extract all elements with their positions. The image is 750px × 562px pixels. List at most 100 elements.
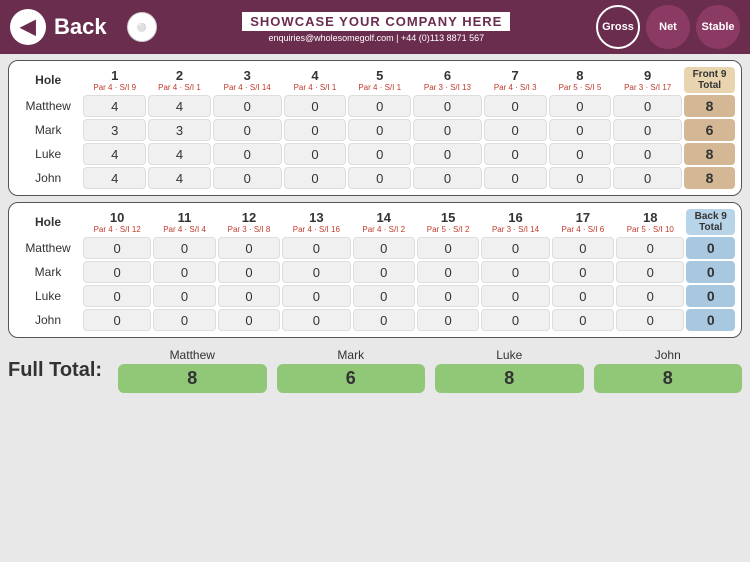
back9-scorecard: Hole 10 Par 4 · S/I 12 11 Par 4 · S/I 4 … [8, 202, 742, 338]
score-cell[interactable]: 4 [148, 167, 211, 189]
score-cell[interactable]: 0 [616, 285, 684, 307]
hole11-header: 11 Par 4 · S/I 4 [153, 209, 215, 235]
score-cell[interactable]: 4 [83, 143, 146, 165]
net-button[interactable]: Net [646, 5, 690, 49]
score-cell[interactable]: 0 [213, 119, 282, 141]
score-cell[interactable]: 0 [552, 285, 614, 307]
hole-column-header-back: Hole [15, 209, 81, 235]
score-cell[interactable]: 0 [484, 119, 547, 141]
hole7-header: 7 Par 4 · S/I 3 [484, 67, 547, 93]
score-cell[interactable]: 0 [613, 143, 682, 165]
score-cell[interactable]: 0 [413, 119, 482, 141]
score-cell[interactable]: 0 [417, 237, 479, 259]
score-cell[interactable]: 0 [549, 143, 612, 165]
back-arrow-icon: ◀ [10, 9, 46, 45]
front9-player-row: Luke4400000008 [15, 143, 735, 165]
score-cell[interactable]: 0 [348, 167, 411, 189]
back9-player-row: Matthew0000000000 [15, 237, 735, 259]
score-cell[interactable]: 0 [481, 309, 549, 331]
score-cell[interactable]: 0 [616, 261, 684, 283]
player-total-name: Mark [337, 348, 364, 362]
score-cell[interactable]: 0 [282, 285, 350, 307]
score-cell[interactable]: 0 [413, 95, 482, 117]
back9-body: Matthew0000000000Mark0000000000Luke00000… [15, 237, 735, 331]
score-cell[interactable]: 0 [417, 261, 479, 283]
score-cell[interactable]: 0 [616, 237, 684, 259]
player-name: Mark [15, 261, 81, 283]
hole6-header: 6 Par 3 · S/I 13 [413, 67, 482, 93]
score-cell[interactable]: 0 [481, 237, 549, 259]
score-cell[interactable]: 0 [552, 237, 614, 259]
score-cell[interactable]: 0 [284, 95, 347, 117]
score-cell[interactable]: 0 [484, 143, 547, 165]
score-cell[interactable]: 0 [552, 309, 614, 331]
score-cell[interactable]: 0 [83, 285, 151, 307]
score-cell[interactable]: 0 [613, 167, 682, 189]
score-cell[interactable]: 0 [213, 95, 282, 117]
score-cell[interactable]: 0 [353, 285, 415, 307]
score-cell[interactable]: 0 [552, 261, 614, 283]
stable-button[interactable]: Stable [696, 5, 740, 49]
score-cell[interactable]: 0 [83, 237, 151, 259]
back-button[interactable]: ◀ Back [10, 9, 107, 45]
score-type-buttons: Gross Net Stable [596, 5, 740, 49]
hole-column-header: Hole [15, 67, 81, 93]
score-cell[interactable]: 0 [484, 167, 547, 189]
score-cell[interactable]: 0 [348, 95, 411, 117]
score-cell[interactable]: 4 [148, 95, 211, 117]
score-cell[interactable]: 0 [83, 309, 151, 331]
score-cell[interactable]: 0 [353, 237, 415, 259]
score-cell[interactable]: 0 [413, 167, 482, 189]
score-cell[interactable]: 4 [83, 95, 146, 117]
score-cell[interactable]: 0 [153, 237, 215, 259]
score-cell[interactable]: 0 [83, 261, 151, 283]
score-cell[interactable]: 0 [282, 309, 350, 331]
score-cell[interactable]: 0 [413, 143, 482, 165]
score-cell[interactable]: 0 [218, 261, 280, 283]
score-cell[interactable]: 0 [284, 119, 347, 141]
score-cell[interactable]: 0 [353, 309, 415, 331]
score-cell[interactable]: 0 [218, 237, 280, 259]
back9-player-row: Luke0000000000 [15, 285, 735, 307]
score-cell[interactable]: 0 [481, 285, 549, 307]
score-cell[interactable]: 0 [616, 309, 684, 331]
back9-total-cell: 0 [686, 261, 735, 283]
score-cell[interactable]: 0 [153, 285, 215, 307]
score-cell[interactable]: 3 [148, 119, 211, 141]
score-cell[interactable]: 0 [549, 119, 612, 141]
score-cell[interactable]: 0 [613, 95, 682, 117]
score-cell[interactable]: 0 [549, 167, 612, 189]
score-cell[interactable]: 0 [153, 261, 215, 283]
score-cell[interactable]: 0 [153, 309, 215, 331]
full-total-players: Matthew8Mark6Luke8John8 [118, 348, 742, 393]
player-name: John [15, 309, 81, 331]
score-cell[interactable]: 3 [83, 119, 146, 141]
score-cell[interactable]: 0 [218, 309, 280, 331]
score-cell[interactable]: 0 [284, 167, 347, 189]
player-total-group: Mark6 [277, 348, 426, 393]
hole15-header: 15 Par 5 · S/I 2 [417, 209, 479, 235]
score-cell[interactable]: 0 [213, 143, 282, 165]
company-sub: enquiries@wholesomegolf.com | +44 (0)113… [268, 33, 484, 43]
score-cell[interactable]: 0 [417, 285, 479, 307]
score-cell[interactable]: 0 [613, 119, 682, 141]
back9-player-row: John0000000000 [15, 309, 735, 331]
score-cell[interactable]: 0 [348, 143, 411, 165]
score-cell[interactable]: 0 [282, 261, 350, 283]
score-cell[interactable]: 4 [148, 143, 211, 165]
player-total-name: John [655, 348, 681, 362]
score-cell[interactable]: 0 [348, 119, 411, 141]
score-cell[interactable]: 0 [484, 95, 547, 117]
player-total-value: 8 [118, 364, 267, 393]
hole13-header: 13 Par 4 · S/I 16 [282, 209, 350, 235]
score-cell[interactable]: 0 [218, 285, 280, 307]
score-cell[interactable]: 4 [83, 167, 146, 189]
score-cell[interactable]: 0 [549, 95, 612, 117]
gross-button[interactable]: Gross [596, 5, 640, 49]
score-cell[interactable]: 0 [417, 309, 479, 331]
score-cell[interactable]: 0 [284, 143, 347, 165]
score-cell[interactable]: 0 [481, 261, 549, 283]
score-cell[interactable]: 0 [213, 167, 282, 189]
score-cell[interactable]: 0 [282, 237, 350, 259]
score-cell[interactable]: 0 [353, 261, 415, 283]
